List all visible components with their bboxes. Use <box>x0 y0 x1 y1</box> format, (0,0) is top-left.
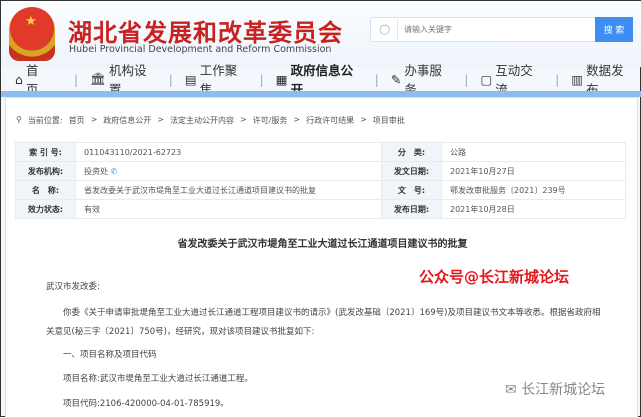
breadcrumb-sep: > <box>157 115 164 124</box>
watermark-text: 长江新城论坛 <box>521 382 606 398</box>
value: 011043110/2021-62723 <box>75 142 382 162</box>
breadcrumb-sep: > <box>239 115 247 124</box>
nav-divider: | <box>374 71 379 87</box>
breadcrumb-link[interactable]: 许可/服务 <box>253 115 288 126</box>
value: 2021年10月27日 <box>441 161 626 181</box>
table-row: 索 引 号: 011043110/2021-62723 分 类: 公路 <box>15 142 626 162</box>
site-subtitle: Hubei Provincial Development and Reform … <box>69 44 332 55</box>
search-button[interactable]: 搜 索 <box>595 17 633 42</box>
nav-divider: | <box>464 71 469 87</box>
document-icon: ▤ <box>184 71 197 87</box>
table-row: 效力状态: 有效 发布日期: 2021年10月28日 <box>15 199 626 219</box>
salutation: 武汉市发改委: <box>46 282 100 292</box>
main-nav: ⌂ 首 页 | 🏛 机构设置 | ▤ 工作聚焦 | ▦ 政府信息公开 | ✎ 办事服务 | ▢ 互动交… <box>1 63 641 97</box>
search-input[interactable] <box>397 19 587 40</box>
breadcrumb-sep: > <box>293 115 301 124</box>
site-title: 湖北省发展和改革委员会 <box>68 19 343 47</box>
label: 发文日期: <box>381 161 442 181</box>
label: 文 号: <box>381 180 442 200</box>
label: 发布机构: <box>15 161 76 181</box>
document-title: 省发改委关于武汉市堤角至工业大道过长江通道项目建议书的批复 <box>177 239 468 250</box>
location-icon: ⚲ <box>16 115 22 124</box>
breadcrumb-link[interactable]: 项目审批 <box>373 115 405 126</box>
table-row: 名 称: 省发改委关于武汉市堤角至工业大道过长江通道项目建议书的批复文 号: 鄂发改… <box>15 180 626 200</box>
paragraph: 你委《关于申请审批堤角至工业大道过长江通道工程项目建议书的请示》(武发改基础〔2… <box>63 308 601 318</box>
watermark-top: 公众号@长江新城论坛 <box>419 268 570 286</box>
label: 发布日期: <box>381 199 442 219</box>
breadcrumb-link[interactable]: 政府信息公开 <box>103 115 151 126</box>
institution-icon: 🏛 <box>90 71 106 86</box>
chat-icon: ▢ <box>480 71 493 87</box>
label: 名 称: <box>15 180 76 200</box>
label: 分 类: <box>381 142 442 162</box>
breadcrumb-link[interactable]: 首页 <box>69 115 85 126</box>
search-box: ○ 搜 索 <box>370 17 633 42</box>
nav-divider: | <box>259 71 264 87</box>
breadcrumb-label: 当前位置: <box>27 116 63 125</box>
nav-divider: | <box>73 71 79 87</box>
nav-divider: | <box>555 71 560 87</box>
value: 投资处 ✆ <box>75 161 382 181</box>
phone-icon[interactable]: ✆ <box>111 167 118 176</box>
breadcrumb-link[interactable]: 法定主动公开内容 <box>170 115 234 126</box>
wechat-icon: ✉ <box>505 382 522 398</box>
info-table: 索 引 号: 011043110/2021-62723 分 类: 公路 发布机构: 投资… <box>15 142 626 219</box>
breadcrumb: ⚲ 当前位置: 首页 > 政府信息公开 > 法定主动公开内容 > 许可/服务 > 行政许… <box>16 115 405 126</box>
breadcrumb-link[interactable]: 行政许可结果 <box>306 115 354 126</box>
value: 省发改委关于武汉市堤角至工业大道过长江通道项目建议书的批复 <box>75 180 382 200</box>
project-name: 项目名称:武汉市堤角至工业大道过长江通道工程。 <box>63 374 253 384</box>
section-heading: 一、项目名称及项目代码 <box>63 350 157 360</box>
breadcrumb-sep: > <box>360 115 367 124</box>
label: 效力状态: <box>15 199 76 219</box>
home-icon: ⌂ <box>15 71 23 87</box>
watermark-bottom: ✉ 长江新城论坛 <box>505 379 605 399</box>
breadcrumb-sep: > <box>90 115 98 124</box>
search-icon: ○ <box>379 22 391 37</box>
value: 有效 <box>75 199 382 219</box>
table-row: 发布机构: 投资处 ✆ 发文日期: 2021年10月27日 <box>15 161 626 181</box>
content-panel: ⚲ 当前位置: 首页 > 政府信息公开 > 法定主动公开内容 > 许可/服务 > 行政许… <box>5 97 638 418</box>
calendar-icon: ▦ <box>275 71 288 87</box>
label: 索 引 号: <box>15 142 76 162</box>
site-header: ★ 湖北省发展和改革委员会 Hubei Provincial Developme… <box>1 1 641 67</box>
paragraph: 关意见(秘三字〔2021〕750号)，经研究，现对该项目建议书批复如下: <box>46 327 315 337</box>
value: 2021年10月28日 <box>441 199 626 219</box>
value: 公路 <box>441 142 626 162</box>
value: 鄂发改审批服务〔2021〕239号 <box>441 180 626 200</box>
publisher: 投资处 <box>84 166 108 176</box>
chart-icon: ▥ <box>571 71 584 87</box>
project-code: 项目代码:2106-420000-04-01-785919。 <box>63 399 229 409</box>
national-emblem-logo: ★ <box>9 7 55 61</box>
nav-divider: | <box>168 71 173 87</box>
edit-icon: ✎ <box>390 71 402 87</box>
